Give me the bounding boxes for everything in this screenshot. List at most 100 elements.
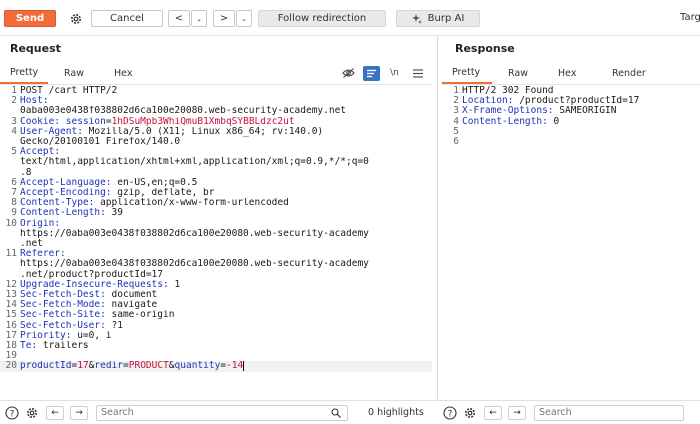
code-line[interactable]: 5 [442, 125, 700, 137]
line-number: 2 [11, 95, 17, 107]
code-line[interactable]: 20 productId=17&redir=PRODUCT&quantity=-1… [0, 361, 432, 372]
back-history-dropdown[interactable]: ⌄ [191, 10, 207, 27]
response-tab-pretty[interactable]: Pretty [442, 62, 492, 84]
code-line[interactable]: 2 Host: [0, 95, 432, 107]
line-text: .net/product?productId=17 [20, 269, 163, 280]
search-previous-button[interactable]: ← [46, 405, 64, 420]
forward-history-dropdown[interactable]: ⌄ [236, 10, 252, 27]
send-button[interactable]: Send [4, 10, 56, 27]
pretty-format-icon[interactable] [363, 65, 380, 81]
code-line[interactable]: 15 Sec-Fetch-Site: same-origin [0, 310, 432, 320]
header-name: Sec-Fetch-User: [20, 320, 106, 331]
request-editor-tools: \n [340, 65, 432, 81]
code-line[interactable]: 1 HTTP/2 302 Found [442, 85, 700, 96]
newline-toggle-icon[interactable]: \n [386, 66, 403, 81]
line-text: 0aba003e0438f038802d6ca100e20080.web-sec… [20, 106, 347, 117]
line-content: Content-Length: 0 [462, 117, 700, 127]
help-icon[interactable]: ? [442, 405, 458, 421]
request-tab-raw[interactable]: Raw [54, 62, 100, 84]
target-label[interactable]: Targ [680, 12, 700, 23]
request-tab-pretty[interactable]: Pretty [0, 62, 48, 84]
header-name: Sec-Fetch-Site: [20, 310, 106, 321]
code-line[interactable]: 11 Referer: [0, 249, 432, 259]
arrow-right-icon: → [75, 407, 83, 418]
response-search-box [534, 404, 684, 421]
search-next-button[interactable]: → [508, 405, 526, 420]
line-text: trailers [37, 341, 89, 352]
code-line[interactable]: 1 POST /cart HTTP/2 [0, 85, 432, 96]
code-line[interactable]: 17 Priority: u=0, i [0, 330, 432, 341]
line-number: 6 [453, 136, 459, 148]
search-next-button[interactable]: → [70, 405, 88, 420]
line-text: document [105, 290, 158, 301]
search-previous-button[interactable]: ← [484, 405, 502, 420]
gear-icon[interactable] [66, 10, 86, 27]
code-line[interactable]: 8 Content-Type: application/x-www-form-ur… [0, 198, 432, 208]
line-text: 1 [168, 279, 181, 290]
code-line[interactable]: 3 X-Frame-Options: SAMEORIGIN [442, 106, 700, 116]
code-line[interactable]: 2 Location: /product?productId=17 [442, 95, 700, 106]
code-line[interactable]: 7 Accept-Encoding: gzip, deflate, br [0, 187, 432, 198]
code-line[interactable]: 9 Content-Length: 39 [0, 208, 432, 218]
code-line[interactable]: 4 User-Agent: Mozilla/5.0 (X11; Linux x86… [0, 126, 432, 137]
response-tab-hex[interactable]: Hex [548, 62, 594, 84]
code-line[interactable]: .net/product?productId=17 [0, 270, 432, 280]
code-line[interactable]: https://0aba003e0438f038802d6ca100e20080… [0, 259, 432, 269]
code-line[interactable]: 0aba003e0438f038802d6ca100e20080.web-sec… [0, 106, 432, 116]
response-panel-title: Response [455, 42, 515, 55]
line-number: 1 [11, 85, 17, 96]
code-line[interactable]: 13 Sec-Fetch-Dest: document [0, 289, 432, 301]
code-line[interactable]: .net [0, 239, 432, 249]
param-name: quantity [174, 361, 221, 372]
code-line[interactable]: 18 Te: trailers [0, 340, 432, 352]
code-line[interactable]: 6 Accept-Language: en-US,en;q=0.5 [0, 177, 432, 188]
line-content: Sec-Fetch-User: ?1 [20, 321, 432, 331]
code-line[interactable]: Gecko/20100101 Firefox/140.0 [0, 137, 432, 147]
request-editor[interactable]: 1 POST /cart HTTP/2 2 Host: 0aba003e0438f038… [0, 85, 432, 372]
code-line[interactable]: 19 [0, 351, 432, 361]
response-tab-raw[interactable]: Raw [498, 62, 544, 84]
back-button[interactable]: < [168, 10, 190, 27]
menu-icon[interactable] [409, 66, 426, 81]
response-tab-render[interactable]: Render [602, 62, 662, 84]
forward-button[interactable]: > [213, 10, 235, 27]
code-line[interactable]: .8 [0, 168, 432, 178]
code-line[interactable]: 6 [442, 136, 700, 148]
sparkle-icon [411, 13, 422, 24]
line-number: 11 [5, 248, 17, 260]
line-content: Content-Length: 39 [20, 208, 432, 218]
code-line[interactable]: 3 Cookie: session=1hDSuMpb3WhiQmuB1XmbqSY… [0, 116, 432, 127]
request-panel-title: Request [10, 42, 61, 55]
line-number: 5 [453, 125, 459, 137]
response-search-input[interactable] [535, 407, 683, 418]
header-name: Origin: [20, 218, 61, 229]
line-number: 10 [5, 217, 17, 229]
code-line[interactable]: 12 Upgrade-Insecure-Requests: 1 [0, 279, 432, 290]
code-line[interactable]: 10 Origin: [0, 217, 432, 229]
request-bottom-bar: ? ← → 0 highlights [0, 400, 437, 424]
cancel-button[interactable]: Cancel [91, 10, 163, 27]
request-search-input[interactable] [97, 407, 347, 418]
line-content: https://0aba003e0438f038802d6ca100e20080… [20, 259, 432, 269]
request-tab-hex[interactable]: Hex [104, 62, 150, 84]
gear-icon[interactable] [462, 405, 478, 421]
follow-redirection-button[interactable]: Follow redirection [258, 10, 386, 27]
code-line[interactable]: https://0aba003e0438f038802d6ca100e20080… [0, 229, 432, 239]
line-number [0, 259, 20, 269]
panel-divider[interactable] [437, 36, 438, 399]
line-text: ?1 [105, 320, 123, 331]
code-line[interactable]: 5 Accept: [0, 147, 432, 157]
code-line[interactable]: 14 Sec-Fetch-Mode: navigate [0, 300, 432, 310]
burp-ai-button[interactable]: Burp AI [396, 10, 480, 27]
line-content: Accept-Encoding: gzip, deflate, br [20, 188, 432, 198]
header-name: Priority: [20, 330, 72, 341]
toolbar: Send Cancel < ⌄ > ⌄ Follow redirection B… [0, 0, 700, 36]
help-icon[interactable]: ? [4, 405, 20, 421]
response-editor[interactable]: 1 HTTP/2 302 Found 2 Location: /product?pro… [442, 85, 700, 148]
code-line[interactable]: text/html,application/xhtml+xml,applicat… [0, 157, 432, 167]
hide-eye-icon[interactable] [340, 66, 357, 81]
gear-icon[interactable] [24, 405, 40, 421]
code-line[interactable]: 4 Content-Length: 0 [442, 116, 700, 127]
code-line[interactable]: 16 Sec-Fetch-User: ?1 [0, 320, 432, 331]
line-number [0, 157, 20, 167]
